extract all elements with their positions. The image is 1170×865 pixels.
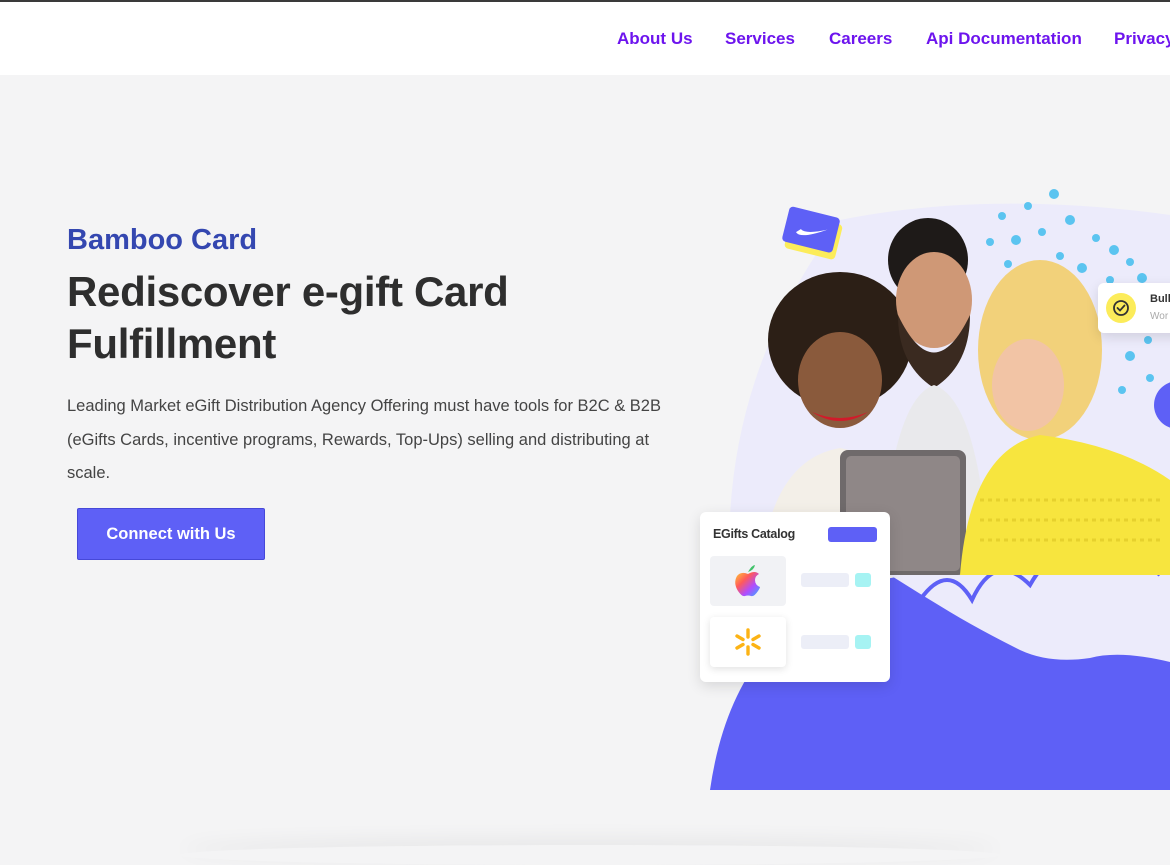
check-circle-icon — [1106, 293, 1136, 323]
top-navbar: About Us Services Careers Api Documentat… — [0, 2, 1170, 75]
catalog-bar — [801, 573, 849, 587]
apple-logo-icon — [735, 565, 760, 597]
catalog-bar — [801, 635, 849, 649]
walmart-spark-icon — [735, 628, 761, 656]
hero-illustration — [690, 180, 1170, 800]
hero-text-block: Bamboo Card Rediscover e-gift Card Fulfi… — [67, 222, 707, 491]
catalog-chip — [855, 573, 871, 587]
catalog-pill — [828, 527, 877, 542]
catalog-chip — [855, 635, 871, 649]
nav-link-careers[interactable]: Careers — [829, 29, 892, 49]
hero-headline: Rediscover e-gift Card Fulfillment — [67, 268, 509, 367]
egifts-catalog-card: EGifts Catalog — [700, 512, 890, 682]
notification-title: Bull — [1150, 293, 1170, 305]
bulk-notification-card: Bull Wor — [1098, 283, 1170, 333]
apple-logo-tile — [710, 556, 786, 606]
notification-subtitle: Wor — [1150, 311, 1169, 322]
hero-illustration-graphic — [710, 189, 1170, 790]
catalog-title: EGifts Catalog — [713, 527, 795, 541]
connect-with-us-button[interactable]: Connect with Us — [77, 508, 265, 560]
nav-link-privacy[interactable]: Privacy — [1114, 29, 1170, 49]
next-section-edge — [180, 845, 1000, 865]
hero-description: Leading Market eGift Distribution Agency… — [67, 397, 661, 482]
nav-link-api-documentation[interactable]: Api Documentation — [926, 29, 1082, 49]
nav-link-about-us[interactable]: About Us — [617, 29, 693, 49]
nav-link-services[interactable]: Services — [725, 29, 795, 49]
brand-name: Bamboo Card — [67, 224, 258, 256]
walmart-logo-tile — [710, 617, 786, 667]
